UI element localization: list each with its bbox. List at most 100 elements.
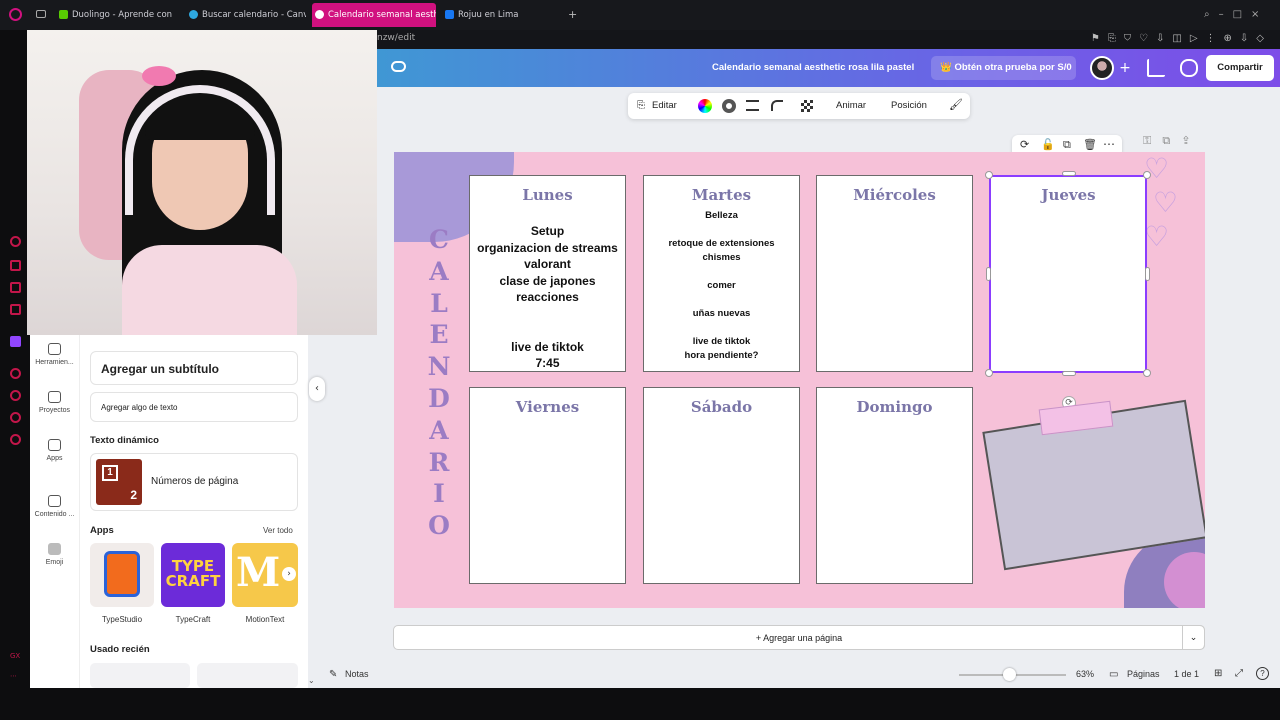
rail-item-tools[interactable]: Herramien... [30,343,79,366]
app-motiontext[interactable]: M › [232,543,298,607]
app-typecraft[interactable]: TYPE CRAFT [161,543,225,607]
resize-handle[interactable] [1062,171,1076,176]
rail-item-content[interactable]: Contenido ... [30,495,79,518]
tab-buscar-calendario[interactable]: Buscar calendario - Canva [186,6,306,24]
pages-icon[interactable]: ▭ [1109,669,1118,680]
new-tab-icon[interactable]: + [568,9,579,20]
rail-label: Herramien... [35,359,74,366]
tab-rojuu[interactable]: Rojuu en Lima [442,6,552,24]
corner-rounding-icon[interactable] [771,100,783,111]
border-style-icon[interactable] [722,99,736,113]
add-page-button[interactable]: + Agregar una página ⌄ [393,625,1205,650]
typestudio-logo [104,551,140,597]
trial-button[interactable]: 👑 Obtén otra prueba por S/0 [931,56,1076,80]
note-line: reacciones [516,290,579,304]
day-box-lunes[interactable]: Lunes Setup organizacion de streams valo… [469,175,626,372]
day-heading: Martes [691,186,752,204]
position-button[interactable]: Posición [891,100,927,111]
notes-button[interactable]: Notas [345,669,369,679]
tab-label: Rojuu en Lima [458,10,519,20]
trash-icon[interactable]: 🗑 [1083,138,1097,151]
rail-label: Apps [46,455,63,462]
tab-overview-icon[interactable] [36,10,46,18]
chevron-down-icon[interactable]: ⌄ [1182,625,1205,650]
url-text[interactable]: nzw/edit [377,33,415,43]
avatar[interactable] [1090,56,1114,80]
cloud-save-icon[interactable] [391,61,406,72]
twitch-icon[interactable] [10,336,21,347]
extensions-icon[interactable] [10,412,21,423]
resize-handle[interactable] [985,171,993,179]
note-line [644,321,799,335]
editor-status-bar: ✎ Notas 63% ▭ Páginas 1 de 1 ⊞ ⤢ ? [308,661,1280,688]
zoom-slider-handle[interactable] [1003,668,1016,681]
more-options-icon[interactable]: ⋯ [1103,137,1115,151]
lock-icon[interactable]: 🔓 [1041,138,1055,151]
resize-handle[interactable] [985,369,993,377]
page-actions[interactable]: ⚿⧉⇪ [1143,134,1201,148]
panel-scroll-icon[interactable]: ⌄ [308,676,315,685]
duplicate-icon[interactable]: ⧉ [1063,138,1071,152]
fullscreen-icon[interactable]: ⤢ [1235,668,1243,679]
day-box-martes[interactable]: Martes Belleza retoque de extensiones ch… [643,175,800,372]
notes-icon[interactable]: ✎ [329,669,337,680]
rail-item-emoji[interactable]: Emoji [30,543,79,566]
comments-icon[interactable] [1180,59,1198,77]
zoom-level[interactable]: 63% [1076,669,1094,679]
edit-icon[interactable]: ⎘ [637,100,645,111]
copy-style-icon[interactable]: 🖌 [949,98,963,111]
resize-handle[interactable] [1062,371,1076,376]
gx-control-icon[interactable] [10,236,21,247]
add-collaborator-icon[interactable]: + [1117,60,1133,76]
note-line [644,223,799,237]
rail-item-projects[interactable]: Proyectos [30,391,79,414]
add-subtitle-button[interactable]: Agregar un subtítulo [90,351,298,385]
more-icon[interactable]: ⋯ [10,672,17,680]
recent-item[interactable] [197,663,298,688]
rail-item-apps[interactable]: Apps [30,439,79,462]
tab-calendario-semanal[interactable]: Calendario semanal aesth [312,3,436,27]
day-box-domingo[interactable]: Domingo [816,387,973,584]
day-box-viernes[interactable]: Viernes [469,387,626,584]
resize-handle[interactable] [1143,369,1151,377]
day-notes: Setup organizacion de streams valorant c… [470,223,625,372]
note-line: hora pendiente? [684,350,759,361]
history-icon[interactable] [10,390,21,401]
day-box-miercoles[interactable]: Miércoles [816,175,973,372]
browser-extension-icons[interactable]: ⚑⎘⛉♡⇩◫▷⋮⊕⇩◇ [1091,33,1272,44]
resize-handle[interactable] [986,267,991,281]
shop-icon[interactable] [10,260,21,271]
rotate-icon[interactable]: ⟳ [1020,138,1029,151]
settings-icon[interactable] [10,434,21,445]
color-picker-icon[interactable] [698,99,712,113]
transparency-icon[interactable] [801,100,813,112]
calendar-page[interactable]: ♡ ♡ ♡ C A L E N D A R I O Lunes Setup org… [394,152,1205,608]
animate-button[interactable]: Animar [836,100,866,111]
share-button[interactable]: Compartir [1206,55,1274,81]
day-box-sabado[interactable]: Sábado [643,387,800,584]
add-body-text-button[interactable]: Agregar algo de texto [90,392,298,422]
window-controls[interactable]: ⌕–□× [1204,9,1268,20]
player-icon[interactable] [10,368,21,379]
resize-handle[interactable] [1145,267,1150,281]
resize-handle[interactable] [1143,171,1151,179]
page-numbers-card[interactable]: 1 2 Números de página [90,453,298,511]
insights-icon[interactable] [1147,59,1165,77]
recent-item[interactable] [90,663,190,688]
app-typestudio[interactable] [90,543,154,607]
chevron-right-icon[interactable]: › [282,567,296,581]
messenger-icon[interactable] [10,282,21,293]
pages-button[interactable]: Páginas [1127,669,1160,679]
document-title[interactable]: Calendario semanal aesthetic rosa lila p… [712,62,914,73]
motiontext-logo: M [236,549,281,596]
collapse-panel-button[interactable]: ‹ [309,377,325,401]
selection-outline[interactable] [989,175,1147,373]
border-weight-icon[interactable] [746,100,759,111]
tab-duolingo[interactable]: Duolingo - Aprende con le [56,6,174,24]
news-icon[interactable] [10,304,21,315]
help-icon[interactable]: ? [1256,667,1269,680]
opera-gx-logo-icon[interactable] [9,8,22,21]
see-all-link[interactable]: Ver todo [263,526,293,535]
grid-view-icon[interactable]: ⊞ [1214,668,1222,679]
edit-button[interactable]: Editar [652,100,677,111]
